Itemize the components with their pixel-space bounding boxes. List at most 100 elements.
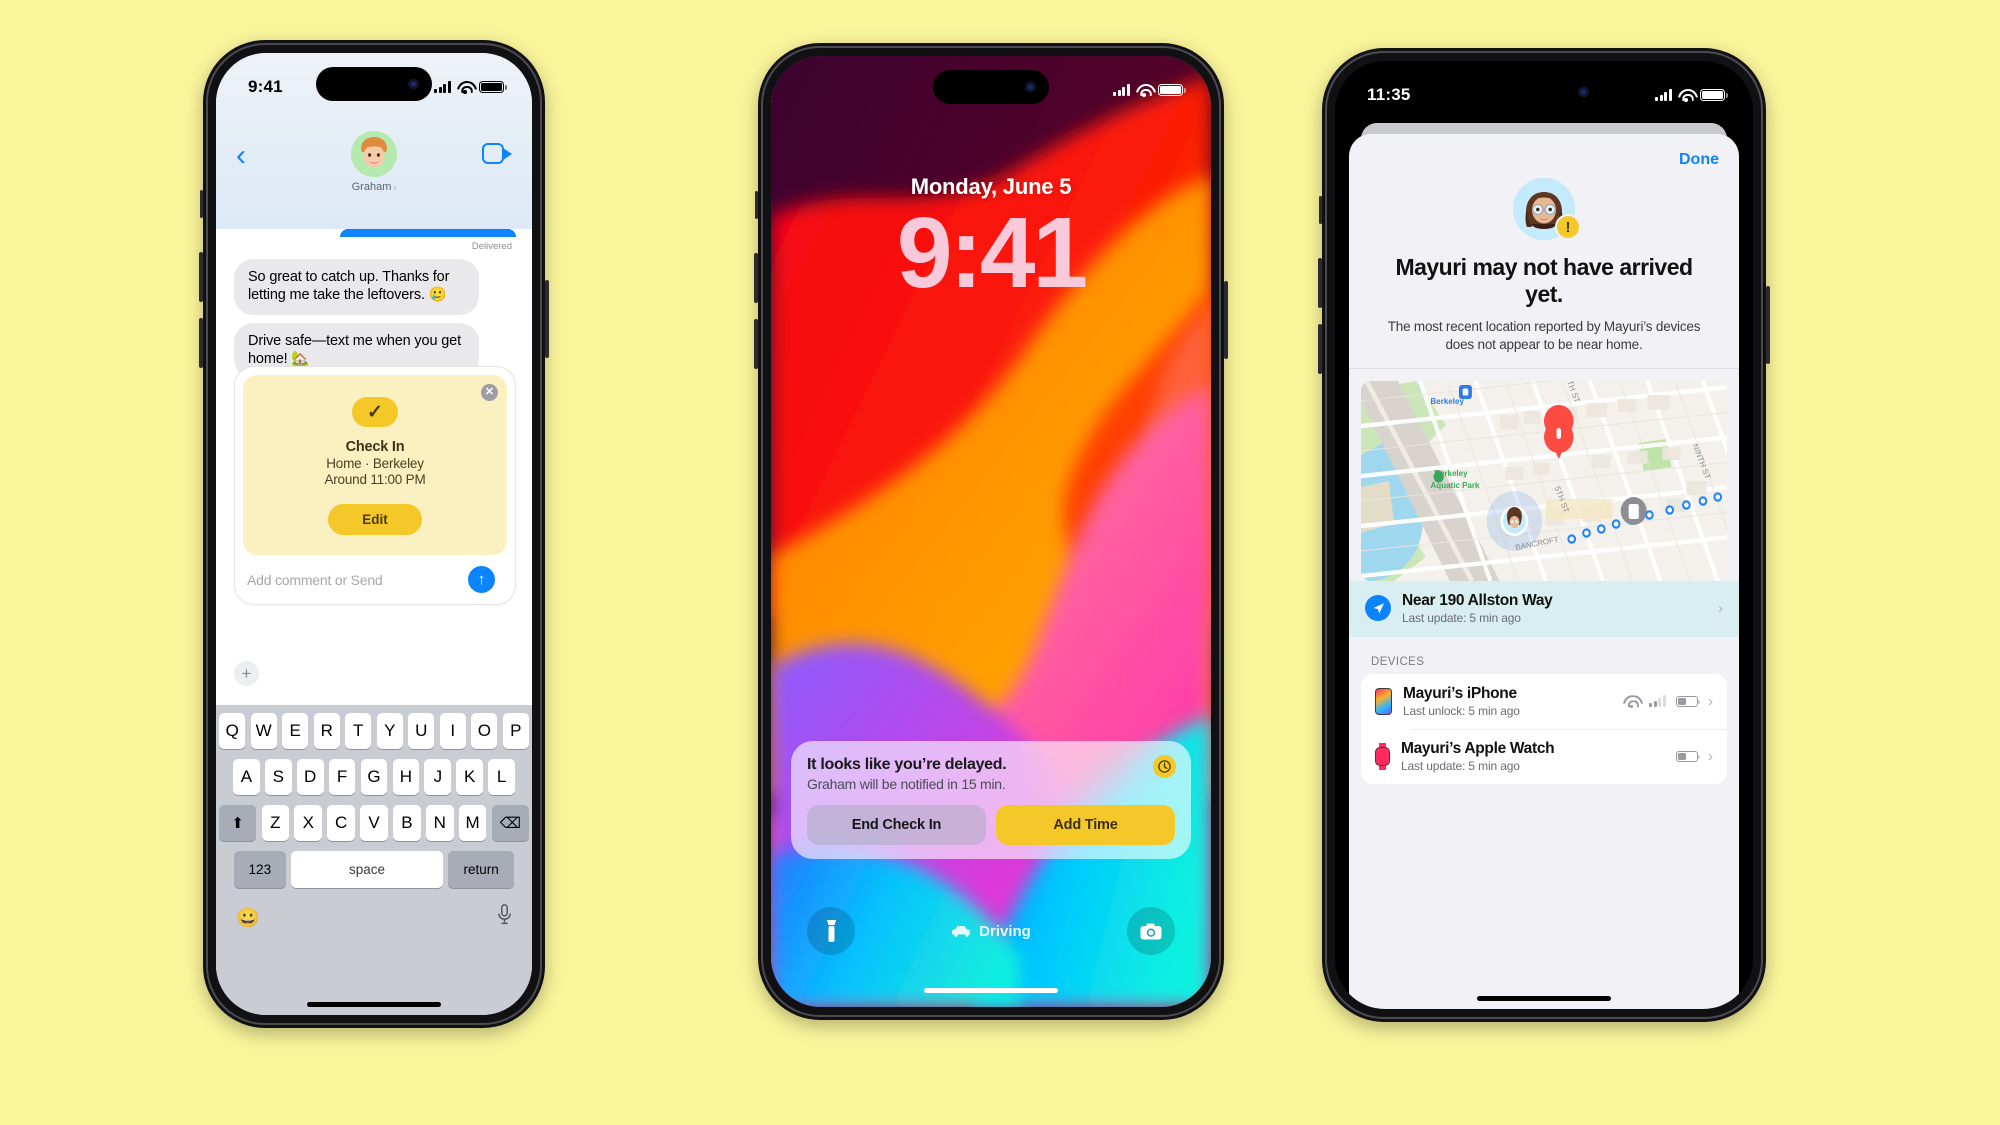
key-w[interactable]: W bbox=[250, 713, 277, 749]
mute-switch[interactable] bbox=[755, 191, 758, 219]
location-subtitle: Last update: 5 min ago bbox=[1402, 610, 1521, 625]
compose-row[interactable]: Add comment or Send ↑ bbox=[243, 555, 507, 604]
location-map[interactable]: Berkeley Berkeley Aquatic Park BANCROFT … bbox=[1361, 380, 1727, 581]
cellular-bars-icon bbox=[434, 81, 451, 93]
avatar-graham bbox=[351, 131, 397, 177]
key-g[interactable]: G bbox=[360, 759, 388, 795]
delivered-status: Delivered bbox=[471, 241, 512, 252]
key-p[interactable]: P bbox=[502, 713, 529, 749]
delete-key[interactable]: ⌫ bbox=[491, 805, 529, 841]
facetime-icon[interactable] bbox=[482, 143, 512, 164]
power-button[interactable] bbox=[1224, 281, 1228, 359]
phone-find-my: 11:35 Done ! Mayuri may not have arrived… bbox=[1318, 48, 1770, 1022]
comment-input[interactable]: Add comment or Send bbox=[247, 572, 468, 588]
device-row-iphone[interactable]: Mayuri’s iPhone Last unlock: 5 min ago › bbox=[1361, 674, 1727, 729]
keyboard[interactable]: Q W E R T Y U I O P A S D F G H J K L ⬆ … bbox=[216, 705, 532, 1015]
home-indicator[interactable] bbox=[1477, 996, 1611, 1001]
key-d[interactable]: D bbox=[296, 759, 324, 795]
volume-down-button[interactable] bbox=[199, 318, 203, 368]
chevron-right-icon: › bbox=[1708, 692, 1713, 710]
key-n[interactable]: N bbox=[425, 805, 454, 841]
key-j[interactable]: J bbox=[424, 759, 452, 795]
volume-up-button[interactable] bbox=[754, 253, 758, 303]
key-h[interactable]: H bbox=[392, 759, 420, 795]
done-button[interactable]: Done bbox=[1679, 151, 1719, 169]
volume-down-button[interactable] bbox=[1318, 324, 1322, 374]
device-subtitle: Last update: 5 min ago bbox=[1401, 758, 1520, 773]
location-row[interactable]: Near 190 Allston Way Last update: 5 min … bbox=[1349, 580, 1739, 637]
add-attachment-button[interactable]: + bbox=[234, 661, 259, 686]
status-time: 9:41 bbox=[248, 77, 283, 96]
mute-switch[interactable] bbox=[1319, 196, 1322, 224]
mute-switch[interactable] bbox=[200, 190, 203, 218]
key-s[interactable]: S bbox=[264, 759, 292, 795]
key-x[interactable]: X bbox=[294, 805, 323, 841]
key-a[interactable]: A bbox=[233, 759, 260, 795]
notification-actions: End Check In Add Time bbox=[807, 805, 1175, 845]
check-in-detail-sheet: Done ! Mayuri may not have arrived yet. … bbox=[1349, 134, 1739, 1009]
key-b[interactable]: B bbox=[393, 805, 421, 841]
key-f[interactable]: F bbox=[328, 759, 356, 795]
key-l[interactable]: L bbox=[488, 759, 515, 795]
add-time-button[interactable]: Add Time bbox=[996, 805, 1175, 845]
key-k[interactable]: K bbox=[456, 759, 484, 795]
return-key[interactable]: return bbox=[448, 851, 515, 888]
phone-messages: 9:41 ‹ Graham › Delivered So great to ca… bbox=[199, 40, 549, 1028]
key-q[interactable]: Q bbox=[219, 713, 246, 749]
dynamic-island bbox=[316, 67, 432, 101]
power-button[interactable] bbox=[545, 280, 549, 358]
front-camera-icon bbox=[1025, 81, 1036, 93]
sheet-title: Mayuri may not have arrived yet. bbox=[1395, 254, 1693, 308]
key-r[interactable]: R bbox=[313, 713, 340, 749]
check-in-notification[interactable]: It looks like you’re delayed. Graham wil… bbox=[791, 741, 1191, 859]
edit-button[interactable]: Edit bbox=[328, 504, 422, 535]
shift-key[interactable]: ⬆ bbox=[219, 805, 257, 841]
emoji-icon[interactable]: 😀 bbox=[236, 906, 260, 930]
avatar-mayuri: ! bbox=[1513, 178, 1581, 240]
volume-down-button[interactable] bbox=[754, 319, 758, 369]
device-title: Mayuri’s iPhone bbox=[1403, 684, 1517, 702]
numbers-key[interactable]: 123 bbox=[233, 851, 286, 888]
key-u[interactable]: U bbox=[408, 713, 435, 749]
contact-header[interactable]: Graham › bbox=[351, 131, 397, 193]
key-m[interactable]: M bbox=[458, 805, 487, 841]
devices-list: Mayuri’s iPhone Last unlock: 5 min ago ›… bbox=[1361, 673, 1727, 784]
cellular-bars-icon bbox=[1655, 89, 1672, 101]
key-z[interactable]: Z bbox=[261, 805, 290, 841]
key-o[interactable]: O bbox=[471, 713, 498, 749]
key-c[interactable]: C bbox=[327, 805, 355, 841]
checkmark-icon: ✓ bbox=[352, 397, 398, 427]
map-label-aquatic-park-1: Berkeley bbox=[1434, 468, 1468, 478]
key-y[interactable]: Y bbox=[376, 713, 403, 749]
devices-section-header: DEVICES bbox=[1371, 655, 1425, 668]
device-row-apple-watch[interactable]: Mayuri’s Apple Watch Last update: 5 min … bbox=[1361, 728, 1727, 784]
key-v[interactable]: V bbox=[360, 805, 388, 841]
space-key[interactable]: space bbox=[291, 851, 443, 888]
end-check-in-button[interactable]: End Check In bbox=[807, 805, 986, 845]
send-button[interactable]: ↑ bbox=[468, 566, 495, 593]
chevron-right-icon: › bbox=[1708, 747, 1713, 765]
volume-up-button[interactable] bbox=[1318, 258, 1322, 308]
back-button[interactable]: ‹ bbox=[236, 141, 246, 171]
device-status-icons: › bbox=[1623, 693, 1713, 710]
key-i[interactable]: I bbox=[439, 713, 466, 749]
volume-up-button[interactable] bbox=[199, 252, 203, 302]
camera-icon[interactable] bbox=[1127, 907, 1175, 955]
sheet-description: The most recent location reported by May… bbox=[1387, 319, 1701, 353]
location-title: Near 190 Allston Way bbox=[1402, 591, 1553, 609]
close-icon[interactable]: ✕ bbox=[481, 384, 498, 401]
message-thread[interactable]: Delivered So great to catch up. Thanks f… bbox=[216, 229, 532, 705]
key-t[interactable]: T bbox=[345, 713, 372, 749]
home-indicator[interactable] bbox=[924, 988, 1058, 993]
chevron-right-icon: › bbox=[1718, 599, 1723, 617]
flashlight-icon[interactable] bbox=[807, 907, 855, 955]
microphone-icon[interactable] bbox=[497, 904, 512, 931]
power-button[interactable] bbox=[1766, 286, 1770, 364]
focus-status[interactable]: Driving bbox=[951, 923, 1031, 940]
check-in-time: Around 11:00 PM bbox=[324, 472, 426, 487]
check-in-card[interactable]: ✕ ✓ Check In Home · Berkeley Around 11:0… bbox=[234, 366, 516, 605]
keyboard-row-4: 123 space return bbox=[219, 851, 529, 888]
key-e[interactable]: E bbox=[282, 713, 309, 749]
screen-messages: 9:41 ‹ Graham › Delivered So great to ca… bbox=[216, 53, 532, 1015]
home-indicator[interactable] bbox=[307, 1002, 441, 1007]
